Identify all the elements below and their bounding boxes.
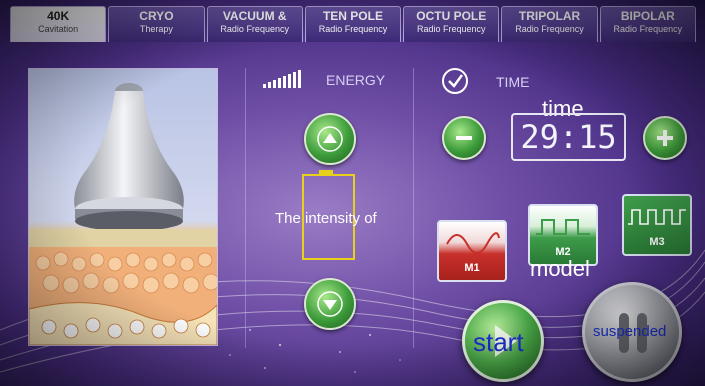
signal-bars-icon (263, 70, 301, 88)
time-minus-button[interactable] (442, 116, 486, 160)
time-plus-button[interactable] (643, 116, 687, 160)
energy-down-button[interactable] (304, 278, 356, 330)
energy-up-button[interactable] (304, 113, 356, 165)
mode-m1-button[interactable]: M1 (437, 220, 507, 282)
mode-label: M1 (464, 262, 480, 274)
check-circle-icon (442, 68, 468, 94)
suspend-button[interactable]: suspended (582, 282, 682, 382)
mode-section-label: model (530, 256, 590, 281)
up-arrow-icon (317, 126, 343, 152)
suspend-label: suspended (593, 323, 667, 340)
panel-divider (413, 68, 414, 348)
sine-wave-icon (446, 232, 500, 254)
mode-label: M3 (649, 236, 665, 248)
energy-label: ENERGY (326, 72, 386, 88)
start-label: start (473, 327, 524, 357)
mode-m3-button[interactable]: M3 (622, 194, 692, 256)
intensity-label: The intensity of (275, 210, 377, 227)
minus-icon (456, 136, 472, 140)
square-wave-icon (536, 219, 590, 235)
cavitation-probe-illustration (29, 83, 217, 345)
panel-divider (245, 68, 246, 348)
plus-icon (657, 130, 673, 146)
time-label: TIME (496, 74, 530, 90)
time-display: 29:15 (511, 113, 626, 161)
device-illustration (28, 68, 218, 346)
start-button[interactable]: start (462, 300, 544, 382)
down-arrow-icon (317, 291, 343, 317)
device-screen: 40K Cavitation CRYO Therapy VACUUM & Rad… (0, 0, 705, 386)
square-wave-icon (628, 209, 686, 225)
